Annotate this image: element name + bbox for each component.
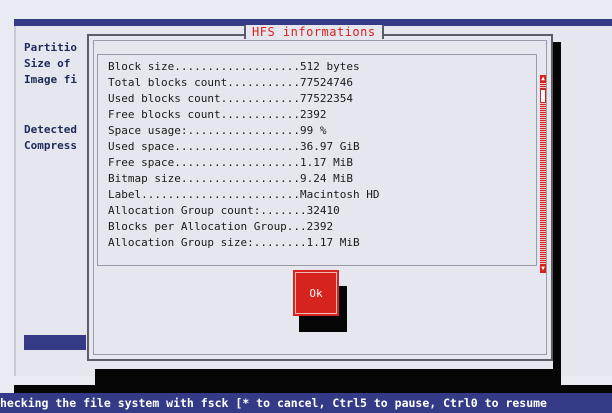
info-row-used-blocks: Used blocks count............77522354	[108, 92, 354, 105]
info-row-total-blocks: Total blocks count...........77524746	[108, 76, 354, 89]
info-scrollbar[interactable]: ▲ ▼	[540, 75, 546, 273]
info-row-allocation-group-size: Allocation Group size:........1.17 MiB	[108, 236, 360, 249]
background-bottom-shadow	[14, 385, 612, 393]
info-row-bitmap-size: Bitmap size..................9.24 MiB	[108, 172, 354, 185]
dialog-shadow-bottom	[95, 369, 561, 385]
arrow-down-icon[interactable]: ▼	[540, 265, 546, 273]
dialog-title: HFS informations	[244, 25, 384, 39]
ok-button[interactable]: Ok	[293, 270, 339, 316]
background-label-image-file: Image fi	[24, 73, 77, 86]
info-row-used-space: Used space...................36.97 GiB	[108, 140, 360, 153]
background-label-partition: Partitio	[24, 41, 77, 54]
info-list: Block size...................512 bytes T…	[108, 59, 380, 251]
status-bar: hecking the file system with fsck [* to …	[0, 393, 612, 413]
info-row-blocks-per-allocation-group: Blocks per Allocation Group...2392	[108, 220, 334, 233]
info-row-label: Label........................Macintosh H…	[108, 188, 380, 201]
background-label-detected: Detected	[24, 123, 77, 136]
background-label-size: Size of	[24, 57, 77, 70]
top-bar	[0, 0, 612, 19]
info-row-block-size: Block size...................512 bytes	[108, 60, 360, 73]
scrollbar-thumb[interactable]	[540, 89, 546, 103]
background-selected-button[interactable]	[24, 335, 86, 350]
info-row-allocation-group-count: Allocation Group count:.......32410	[108, 204, 340, 217]
arrow-up-icon[interactable]: ▲	[540, 75, 546, 83]
info-row-free-space: Free space...................1.17 MiB	[108, 156, 354, 169]
info-row-space-usage: Space usage:.................99 %	[108, 124, 327, 137]
background-label-compress: Compress	[24, 139, 77, 152]
info-list-box[interactable]: Block size...................512 bytes T…	[97, 54, 546, 273]
info-row-free-blocks: Free blocks count............2392	[108, 108, 327, 121]
dialog-shadow-right	[553, 42, 561, 369]
